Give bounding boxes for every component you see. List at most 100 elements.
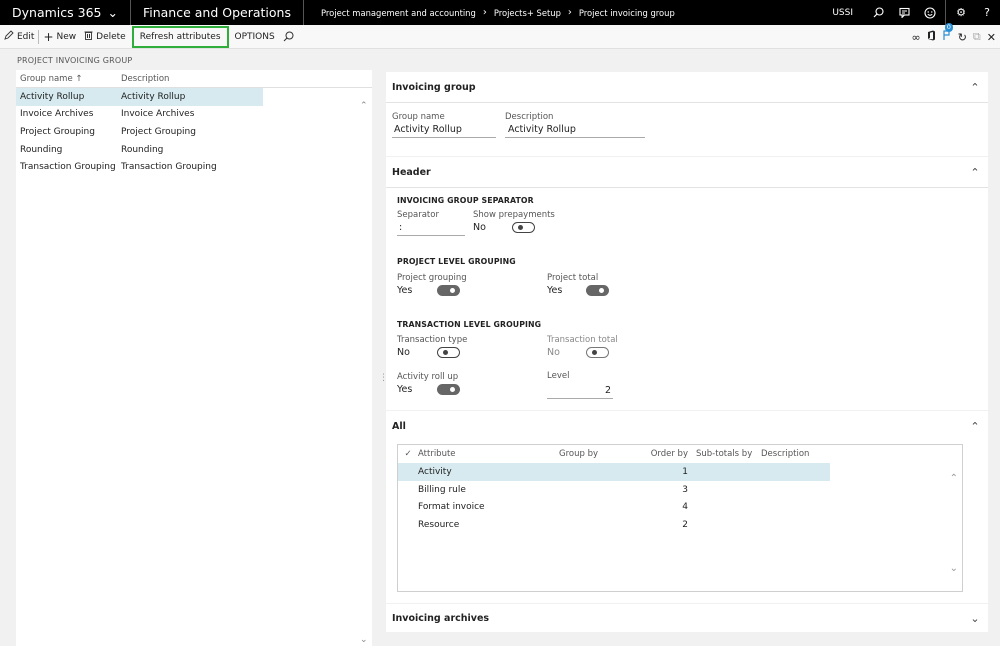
chevron-right-icon: › [567, 7, 572, 18]
scroll-down-icon[interactable]: ⌄ [950, 563, 958, 574]
section-title: Invoicing archives [392, 612, 490, 624]
column-sub-totals-by[interactable]: Sub-totals by [692, 449, 761, 459]
table-row[interactable]: Resource 2 [398, 516, 962, 534]
new-button[interactable]: + New [39, 25, 80, 49]
header-section: Header ⌃ INVOICING GROUP SEPARATOR Separ… [386, 157, 988, 410]
level-input[interactable]: 2 [547, 385, 613, 399]
search-icon[interactable] [279, 25, 298, 49]
group-name-field: Group name Activity Rollup [392, 112, 496, 138]
dynamics-365-menu[interactable]: Dynamics 365 ⌄ [0, 0, 131, 25]
chevron-down-icon: ⌄ [107, 5, 118, 20]
open-new-window-icon[interactable]: ⧉ [973, 30, 981, 44]
invoicing-archives-section: Invoicing archives ⌄ [386, 604, 988, 632]
activity-rollup-toggle[interactable] [437, 384, 460, 395]
scroll-up-icon[interactable]: ⌃ [950, 473, 958, 484]
breadcrumb-item-module[interactable]: Project management and accounting [321, 8, 476, 18]
column-description[interactable]: Description [121, 74, 263, 84]
column-group-name[interactable]: Group name ↑ [16, 74, 121, 84]
scroll-down-icon[interactable]: ⌄ [360, 635, 368, 645]
transaction-total-field: Transaction total No [547, 335, 618, 358]
delete-label: Delete [96, 31, 126, 42]
level-field: Level 2 [547, 371, 613, 399]
help-icon[interactable]: ? [974, 0, 1000, 25]
list-item[interactable]: Rounding Rounding [16, 141, 372, 159]
pencil-icon [4, 30, 14, 43]
invoicing-group-section: Invoicing group ⌃ Group name Activity Ro… [386, 72, 988, 156]
list-item[interactable]: Invoice Archives Invoice Archives [16, 106, 372, 124]
new-label: New [56, 31, 77, 42]
invoicing-archives-header[interactable]: Invoicing archives ⌄ [386, 604, 988, 632]
list-item[interactable]: Project Grouping Project Grouping [16, 123, 372, 141]
header-section-header[interactable]: Header ⌃ [386, 157, 988, 188]
chevron-up-icon[interactable]: ⌃ [968, 420, 982, 433]
feedback-smiley-icon[interactable] [917, 0, 943, 25]
invoicing-group-header[interactable]: Invoicing group ⌃ [386, 72, 988, 103]
list-item[interactable]: Transaction Grouping Transaction Groupin… [16, 158, 372, 176]
notification-count: 0 [944, 23, 953, 32]
breadcrumb-item-page[interactable]: Project invoicing group [579, 8, 675, 18]
project-total-field: Project total Yes [547, 273, 647, 296]
transaction-total-toggle[interactable] [586, 347, 609, 358]
description-input[interactable]: Activity Rollup [505, 124, 645, 138]
section-title: Invoicing group [392, 81, 476, 93]
divider [945, 0, 946, 25]
project-total-toggle[interactable] [586, 285, 609, 296]
sort-ascending-icon: ↑ [75, 73, 83, 84]
close-icon[interactable]: ✕ [987, 31, 996, 44]
project-grouping-field: Project grouping Yes [397, 273, 467, 296]
show-prepayments-field: Show prepayments No [473, 210, 555, 233]
brand-label: Dynamics 365 [12, 5, 102, 20]
grid-header: ✓ Attribute Group by Order by Sub-totals… [398, 445, 962, 463]
delete-button[interactable]: Delete [80, 25, 130, 49]
refresh-attributes-button[interactable]: Refresh attributes [131, 25, 229, 48]
refresh-icon[interactable]: ↻ [958, 31, 967, 44]
office-icon[interactable] [927, 30, 936, 44]
select-all-checkmark-icon[interactable]: ✓ [398, 449, 418, 459]
chevron-up-icon[interactable]: ⌃ [968, 166, 982, 179]
edit-button[interactable]: Edit [0, 25, 38, 49]
gear-icon[interactable]: ⚙ [948, 0, 974, 25]
app-name[interactable]: Finance and Operations [131, 0, 304, 25]
transaction-type-toggle[interactable] [437, 347, 460, 358]
attributes-grid: ✓ Attribute Group by Order by Sub-totals… [397, 444, 963, 592]
group-name-input[interactable]: Activity Rollup [392, 124, 496, 138]
messages-icon[interactable] [891, 0, 917, 25]
separator-input[interactable]: : [397, 222, 465, 236]
chevron-right-icon: › [482, 7, 487, 18]
column-description[interactable]: Description [761, 449, 831, 459]
separator-group-heading: INVOICING GROUP SEPARATOR [397, 196, 534, 205]
scroll-up-icon[interactable]: ⌃ [360, 101, 368, 111]
edit-label: Edit [17, 31, 35, 42]
table-row[interactable]: Activity 1 [398, 463, 830, 481]
plus-icon: + [43, 29, 54, 44]
separator-field: Separator : [397, 210, 465, 236]
column-group-by[interactable]: Group by [559, 449, 621, 459]
table-row[interactable]: Billing rule 3 [398, 481, 962, 499]
chevron-down-icon[interactable]: ⌄ [968, 612, 982, 625]
trash-icon [84, 30, 93, 43]
table-row[interactable]: Format invoice 4 [398, 499, 962, 517]
show-prepayments-toggle[interactable] [512, 222, 535, 233]
notification-icon[interactable]: 0 [942, 23, 953, 44]
project-grouping-heading: PROJECT LEVEL GROUPING [397, 257, 516, 266]
project-grouping-toggle[interactable] [437, 285, 460, 296]
column-order-by[interactable]: Order by [621, 449, 692, 459]
action-pane: Edit + New Delete Refresh attributes OPT… [0, 23, 1000, 49]
list-header: Group name ↑ Description [16, 70, 372, 88]
section-title: Header [392, 166, 431, 178]
list-item[interactable]: Activity Rollup Activity Rollup [16, 88, 263, 106]
search-icon[interactable] [865, 0, 891, 25]
column-attribute[interactable]: Attribute [418, 449, 559, 459]
breadcrumb: Project management and accounting › Proj… [304, 7, 820, 18]
company-picker[interactable]: USSI [820, 8, 865, 18]
section-title: All [392, 421, 406, 432]
all-section-header[interactable]: All ⌃ [386, 411, 988, 442]
link-icon[interactable]: ∞ [912, 31, 921, 44]
description-field: Description Activity Rollup [505, 112, 645, 138]
breadcrumb-item-setup[interactable]: Projects+ Setup [494, 8, 561, 18]
transaction-type-field: Transaction type No [397, 335, 468, 358]
activity-rollup-field: Activity roll up Yes [397, 372, 460, 395]
chevron-up-icon[interactable]: ⌃ [968, 81, 982, 94]
list-title: PROJECT INVOICING GROUP [17, 56, 133, 65]
options-tab[interactable]: OPTIONS [231, 25, 279, 49]
